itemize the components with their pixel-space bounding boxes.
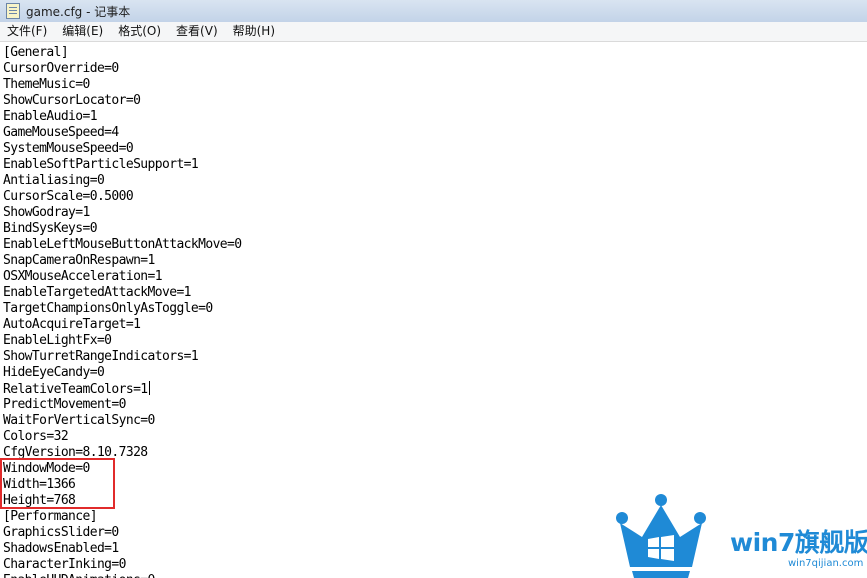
- line-text: RelativeTeamColors=1: [3, 382, 148, 397]
- crown-logo-icon: [616, 494, 706, 578]
- line-text: [Performance]: [3, 509, 98, 524]
- text-line[interactable]: SnapCameraOnRespawn=1: [3, 253, 241, 269]
- text-line[interactable]: TargetChampionsOnlyAsToggle=0: [3, 301, 241, 317]
- watermark-brand: win7旗舰版: [730, 528, 867, 557]
- text-line[interactable]: CharacterInking=0: [3, 557, 241, 573]
- text-line[interactable]: CursorScale=0.5000: [3, 189, 241, 205]
- text-line[interactable]: SystemMouseSpeed=0: [3, 141, 241, 157]
- line-text: EnableLightFx=0: [3, 333, 112, 348]
- text-line[interactable]: EnableTargetedAttackMove=1: [3, 285, 241, 301]
- line-text: ShadowsEnabled=1: [3, 541, 119, 556]
- text-line[interactable]: AutoAcquireTarget=1: [3, 317, 241, 333]
- text-line[interactable]: EnableSoftParticleSupport=1: [3, 157, 241, 173]
- notepad-icon: [6, 3, 20, 19]
- line-text: Colors=32: [3, 429, 69, 444]
- text-line[interactable]: RelativeTeamColors=1: [3, 381, 241, 397]
- line-text: ShowCursorLocator=0: [3, 93, 141, 108]
- window-title: game.cfg - 记事本: [26, 4, 131, 19]
- watermark: win7旗舰版 win7qijian.com: [612, 493, 867, 578]
- menu-file[interactable]: 文件(F): [1, 22, 53, 41]
- text-line[interactable]: HideEyeCandy=0: [3, 365, 241, 381]
- text-line[interactable]: EnableHUDAnimations=0: [3, 573, 241, 578]
- text-line[interactable]: ShowGodray=1: [3, 205, 241, 221]
- highlight-box: [0, 458, 115, 509]
- line-text: ShowTurretRangeIndicators=1: [3, 349, 199, 364]
- text-line[interactable]: GameMouseSpeed=4: [3, 125, 241, 141]
- line-text: Antialiasing=0: [3, 173, 105, 188]
- line-text: GraphicsSlider=0: [3, 525, 119, 540]
- line-text: GameMouseSpeed=4: [3, 125, 119, 140]
- text-line[interactable]: EnableLightFx=0: [3, 333, 241, 349]
- line-text: AutoAcquireTarget=1: [3, 317, 141, 332]
- text-line[interactable]: GraphicsSlider=0: [3, 525, 241, 541]
- line-text: EnableSoftParticleSupport=1: [3, 157, 199, 172]
- text-line[interactable]: [General]: [3, 45, 241, 61]
- line-text: EnableHUDAnimations=0: [3, 573, 155, 578]
- text-line[interactable]: WaitForVerticalSync=0: [3, 413, 241, 429]
- text-line[interactable]: Colors=32: [3, 429, 241, 445]
- text-line[interactable]: CursorOverride=0: [3, 61, 241, 77]
- text-line[interactable]: Antialiasing=0: [3, 173, 241, 189]
- line-text: SystemMouseSpeed=0: [3, 141, 134, 156]
- menu-edit[interactable]: 编辑(E): [56, 22, 109, 41]
- line-text: SnapCameraOnRespawn=1: [3, 253, 155, 268]
- menu-format[interactable]: 格式(O): [112, 22, 167, 41]
- text-line[interactable]: PredictMovement=0: [3, 397, 241, 413]
- text-line[interactable]: ShowTurretRangeIndicators=1: [3, 349, 241, 365]
- line-text: ThemeMusic=0: [3, 77, 90, 92]
- line-text: WaitForVerticalSync=0: [3, 413, 155, 428]
- line-text: CharacterInking=0: [3, 557, 126, 572]
- title-bar[interactable]: game.cfg - 记事本: [0, 0, 867, 23]
- line-text: EnableLeftMouseButtonAttackMove=0: [3, 237, 242, 252]
- watermark-domain: win7qijian.com: [788, 558, 864, 569]
- line-text: OSXMouseAcceleration=1: [3, 269, 163, 284]
- menu-help[interactable]: 帮助(H): [227, 22, 281, 41]
- text-line[interactable]: BindSysKeys=0: [3, 221, 241, 237]
- text-line[interactable]: [Performance]: [3, 509, 241, 525]
- line-text: ShowGodray=1: [3, 205, 90, 220]
- line-text: PredictMovement=0: [3, 397, 126, 412]
- line-text: TargetChampionsOnlyAsToggle=0: [3, 301, 213, 316]
- text-line[interactable]: ShowCursorLocator=0: [3, 93, 241, 109]
- line-text: BindSysKeys=0: [3, 221, 98, 236]
- line-text: CursorScale=0.5000: [3, 189, 134, 204]
- text-line[interactable]: OSXMouseAcceleration=1: [3, 269, 241, 285]
- menu-bar: 文件(F) 编辑(E) 格式(O) 查看(V) 帮助(H): [0, 22, 867, 42]
- text-line[interactable]: EnableLeftMouseButtonAttackMove=0: [3, 237, 242, 253]
- line-text: HideEyeCandy=0: [3, 365, 105, 380]
- menu-view[interactable]: 查看(V): [170, 22, 224, 41]
- text-line[interactable]: ThemeMusic=0: [3, 77, 241, 93]
- line-text: EnableAudio=1: [3, 109, 98, 124]
- line-text: CursorOverride=0: [3, 61, 119, 76]
- text-caret: [148, 381, 150, 395]
- text-line[interactable]: EnableAudio=1: [3, 109, 241, 125]
- line-text: EnableTargetedAttackMove=1: [3, 285, 192, 300]
- text-line[interactable]: ShadowsEnabled=1: [3, 541, 241, 557]
- line-text: [General]: [3, 45, 69, 60]
